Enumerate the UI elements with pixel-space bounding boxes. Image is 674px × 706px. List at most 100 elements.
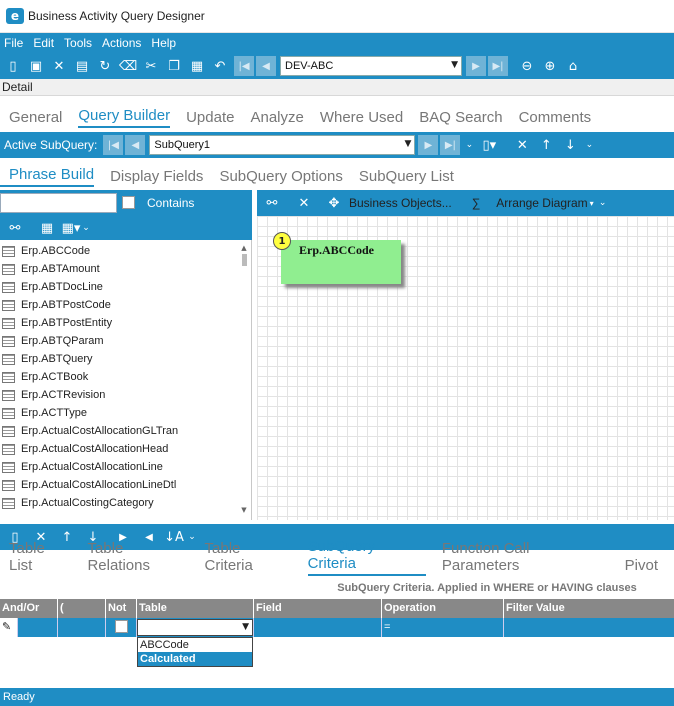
tab-analyze[interactable]: Analyze <box>250 109 303 128</box>
paste-icon[interactable]: ▦ <box>188 57 206 75</box>
cell-filter-value[interactable] <box>504 618 674 637</box>
first-record-icon[interactable]: |◀ <box>234 56 254 76</box>
tab-table-list[interactable]: Table List <box>9 540 71 576</box>
scroll-down-icon[interactable]: ▼ <box>239 506 249 514</box>
column-table[interactable]: Table <box>137 599 254 618</box>
list-item[interactable]: Erp.ACTRevision <box>0 386 236 404</box>
column-filter-value[interactable]: Filter Value <box>504 599 674 618</box>
overflow-icon[interactable]: ⌄ <box>582 140 596 150</box>
column-not[interactable]: Not <box>106 599 137 618</box>
overflow-icon[interactable]: ⌄ <box>596 198 610 208</box>
next-record-icon[interactable]: ▶ <box>466 56 486 76</box>
scroll-thumb[interactable] <box>241 254 247 266</box>
option-abccode[interactable]: ABCCode <box>138 638 252 652</box>
scroll-track[interactable] <box>239 268 249 506</box>
clear-icon[interactable]: ⌫ <box>119 57 137 75</box>
arrange-diagram-button[interactable]: Arrange Diagram <box>496 196 587 210</box>
tab-comments[interactable]: Comments <box>519 109 592 128</box>
list-item[interactable]: Erp.ABTQuery <box>0 350 236 368</box>
diagram-grid[interactable]: 1 Erp.ABCCode <box>257 216 674 539</box>
sigma-icon[interactable]: ∑ <box>472 196 481 210</box>
home-icon[interactable]: ⌂ <box>564 57 582 75</box>
business-objects-button[interactable]: Business Objects... <box>349 196 452 210</box>
tab-function-call-parameters[interactable]: Function Call Parameters <box>442 540 609 576</box>
tab-table-criteria[interactable]: Table Criteria <box>205 540 292 576</box>
chevron-down-icon[interactable]: ▾ <box>588 199 596 208</box>
chevron-down-icon[interactable]: ▼ <box>242 622 249 632</box>
list-item[interactable]: Erp.ABTAmount <box>0 260 236 278</box>
refresh-icon[interactable]: ↻ <box>96 57 114 75</box>
list-item[interactable]: Erp.ACTBook <box>0 368 236 386</box>
new-subquery-icon[interactable]: ▯▾ <box>476 138 502 153</box>
first-subquery-icon[interactable]: |◀ <box>103 135 124 155</box>
cell-not[interactable] <box>106 618 137 637</box>
tab-phrase-build[interactable]: Phrase Build <box>0 166 95 187</box>
tab-subquery-criteria[interactable]: SubQuery Criteria <box>307 538 426 576</box>
contains-checkbox[interactable] <box>122 196 135 209</box>
cell-field[interactable] <box>254 618 382 637</box>
table-view-icon[interactable]: ▦ <box>38 221 56 236</box>
table-options-icon[interactable]: ▦▾ <box>62 221 81 236</box>
tab-update[interactable]: Update <box>186 109 234 128</box>
cut-icon[interactable]: ✂ <box>142 57 160 75</box>
move-up-icon[interactable]: ↑ <box>534 138 558 153</box>
cell-operation[interactable]: = <box>382 618 504 637</box>
list-item[interactable]: Erp.ABTPostCode <box>0 296 236 314</box>
list-item[interactable]: Erp.ABCCode <box>0 242 236 260</box>
overflow-icon[interactable]: ⌄ <box>462 140 476 150</box>
list-item[interactable]: Erp.ActualCostAllocationHead <box>0 440 236 458</box>
previous-record-icon[interactable]: ◀ <box>256 56 276 76</box>
table-select[interactable]: ▼ <box>137 619 253 636</box>
move-down-icon[interactable]: ↓ <box>558 138 582 153</box>
list-item[interactable]: Erp.ActualCostAllocationLine <box>0 458 236 476</box>
tab-subquery-options[interactable]: SubQuery Options <box>219 168 342 187</box>
last-subquery-icon[interactable]: ▶| <box>440 135 461 155</box>
delete-icon[interactable]: ✕ <box>50 57 68 75</box>
column-operation[interactable]: Operation <box>382 599 504 618</box>
undo-icon[interactable]: ↶ <box>211 57 229 75</box>
tab-where-used[interactable]: Where Used <box>320 109 403 128</box>
menu-file[interactable]: File <box>4 36 23 50</box>
copy-icon[interactable]: ❐ <box>165 57 183 75</box>
next-subquery-icon[interactable]: ▶ <box>418 135 439 155</box>
cell-and-or[interactable] <box>18 618 58 637</box>
link-icon[interactable]: ⚯ <box>263 196 281 211</box>
back-icon[interactable]: ⊖ <box>518 57 536 75</box>
forward-icon[interactable]: ⊕ <box>541 57 559 75</box>
menu-edit[interactable]: Edit <box>33 36 54 50</box>
column-and-or[interactable]: And/Or <box>0 599 58 618</box>
scroll-up-icon[interactable]: ▲ <box>239 244 249 252</box>
company-select[interactable]: DEV-ABC ▼ <box>280 56 462 76</box>
list-item[interactable]: Erp.ActualCostingCategory <box>0 494 236 512</box>
column-field[interactable]: Field <box>254 599 382 618</box>
list-item[interactable]: Erp.ActualCostAllocationGLTran <box>0 422 236 440</box>
tab-query-builder[interactable]: Query Builder <box>78 107 171 128</box>
list-item[interactable]: Erp.ActualCostAllocationLineDtl <box>0 476 236 494</box>
tab-baq-search[interactable]: BAQ Search <box>419 109 502 128</box>
tab-subquery-list[interactable]: SubQuery List <box>359 168 454 187</box>
menu-tools[interactable]: Tools <box>64 36 92 50</box>
link-icon[interactable]: ⚯ <box>6 221 24 236</box>
column-open-paren[interactable]: ( <box>58 599 106 618</box>
tab-general[interactable]: General <box>9 109 62 128</box>
clipboard-icon[interactable]: ▤ <box>73 57 91 75</box>
list-item[interactable]: Erp.ABTPostEntity <box>0 314 236 332</box>
save-icon[interactable]: ▣ <box>27 57 45 75</box>
tab-display-fields[interactable]: Display Fields <box>110 168 203 187</box>
list-item[interactable]: Erp.ABTDocLine <box>0 278 236 296</box>
table-search-input[interactable] <box>0 193 117 213</box>
tab-table-relations[interactable]: Table Relations <box>87 540 188 576</box>
new-icon[interactable]: ▯ <box>4 57 22 75</box>
option-calculated[interactable]: Calculated <box>138 652 252 666</box>
list-item[interactable]: Erp.ABTQParam <box>0 332 236 350</box>
not-checkbox[interactable] <box>115 620 128 633</box>
overflow-icon[interactable]: ⌄ <box>80 223 92 233</box>
menu-actions[interactable]: Actions <box>102 36 141 50</box>
delete-subquery-icon[interactable]: ✕ <box>510 138 534 153</box>
table-list-scrollbar[interactable]: ▲ ▼ <box>239 244 249 514</box>
delete-icon[interactable]: ✕ <box>295 196 313 211</box>
previous-subquery-icon[interactable]: ◀ <box>125 135 146 155</box>
list-item[interactable]: Erp.ACTType <box>0 404 236 422</box>
table-node[interactable]: 1 Erp.ABCCode <box>273 232 401 284</box>
cell-open-paren[interactable] <box>58 618 106 637</box>
